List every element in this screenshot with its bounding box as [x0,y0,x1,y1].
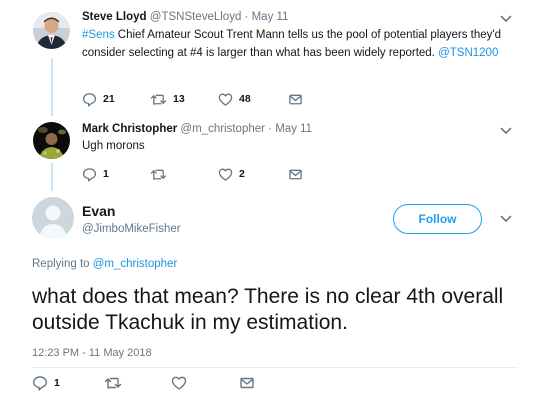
tweet-actions: 1 2 [82,166,322,182]
author-handle[interactable]: @JimboMikeFisher [82,223,181,235]
tweet-date[interactable]: May 11 [275,123,312,135]
tweet-text: #Sens Chief Amateur Scout Trent Mann tel… [82,27,502,62]
chevron-down-icon[interactable] [498,11,514,27]
author-handle[interactable]: @m_christopher [180,123,265,135]
reply-button[interactable]: 1 [32,375,60,391]
author-handle[interactable]: @TSNSteveLloyd [150,11,242,23]
divider [32,367,518,368]
reply-button[interactable]: 1 [82,166,109,182]
author-name[interactable]: Steve Lloyd [82,11,147,23]
tweet-text: Ugh morons [82,140,145,152]
follow-button[interactable]: Follow [393,204,482,234]
main-tweet-actions: 1 [32,375,272,391]
like-icon [218,167,233,182]
retweet-icon [104,375,122,391]
like-button[interactable] [171,375,193,391]
reply-count: 1 [103,168,109,180]
reply-count: 1 [54,377,60,389]
avatar-default[interactable] [32,197,74,239]
like-count: 48 [239,93,251,105]
tweet-steve-lloyd[interactable]: Steve Lloyd @TSNSteveLloyd · May 11 #Sen… [0,0,540,118]
reply-button[interactable]: 21 [82,91,115,107]
reply-icon [82,167,97,182]
message-icon [288,167,303,182]
like-icon [218,92,233,107]
retweet-button[interactable] [104,375,128,391]
retweet-button[interactable] [150,166,173,182]
separator: · [244,11,249,23]
author-name[interactable]: Evan [82,203,115,219]
reply-icon [82,92,97,107]
direct-message-button[interactable] [239,375,255,391]
chevron-down-icon[interactable] [498,123,514,139]
retweet-icon [150,167,167,182]
main-tweet-text: what does that mean? There is no clear 4… [32,285,504,334]
message-icon [239,375,255,391]
retweet-icon [150,92,167,107]
direct-message-button[interactable] [288,91,303,107]
direct-message-button[interactable] [288,166,303,182]
tweet-date[interactable]: May 11 [252,11,289,23]
retweet-button[interactable]: 13 [150,91,185,107]
mention-link[interactable]: @TSN1200 [438,47,498,59]
avatar[interactable] [33,122,70,159]
message-icon [288,92,303,107]
avatar[interactable] [33,12,70,49]
like-count: 2 [239,168,245,180]
author-name[interactable]: Mark Christopher [82,123,177,135]
replying-to-link[interactable]: @m_christopher [93,258,178,270]
tweet-timestamp[interactable]: 12:23 PM - 11 May 2018 [32,347,152,359]
replying-to: Replying to @m_christopher [32,258,177,270]
chevron-down-icon[interactable] [498,211,514,227]
reply-count: 21 [103,93,115,105]
like-button[interactable]: 2 [218,166,245,182]
like-icon [171,375,187,391]
tweet-mark-christopher[interactable]: Mark Christopher @m_christopher · May 11… [0,118,540,191]
reply-icon [32,375,48,391]
separator: · [268,123,273,135]
tweet-actions: 21 13 48 [82,91,322,107]
retweet-count: 13 [173,93,185,105]
replying-prefix: Replying to [32,258,93,270]
hashtag-link[interactable]: #Sens [82,29,115,41]
like-button[interactable]: 48 [218,91,251,107]
